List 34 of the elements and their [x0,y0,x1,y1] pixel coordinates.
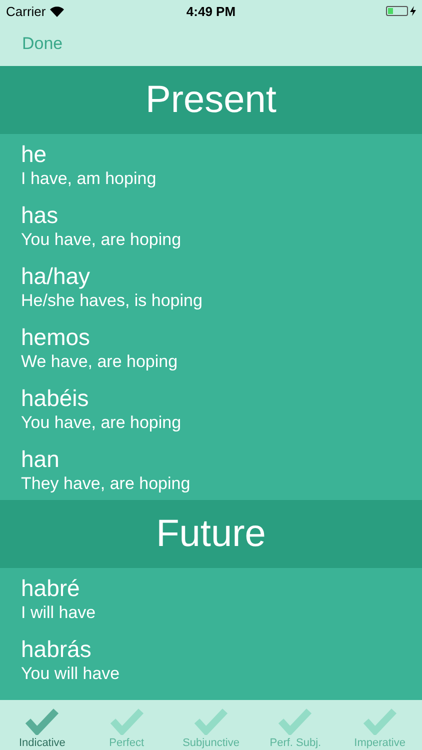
verb-form: he [21,140,48,168]
verb-translation: They have, are hoping [21,472,192,494]
checkmark-icon [25,707,60,735]
tab[interactable]: Perfect [84,700,169,750]
section-header: Future [0,500,422,568]
verb-form: has [21,202,60,228]
charging-icon [410,6,416,16]
verb-form: hemos [21,324,92,350]
checkmark-icon [110,707,144,735]
tab[interactable]: Indicative [0,700,84,750]
tab[interactable]: Imperative [338,700,422,750]
clock-time: 4:49 PM [186,4,236,18]
section-header: Present [0,66,422,134]
verb-translation: We have, are hoping [21,350,179,372]
battery-icon [386,6,408,16]
done-button[interactable]: Done [22,34,63,54]
checkmark-icon [194,707,228,735]
wifi-icon [50,6,64,16]
verb-translation: He/she haves, is hoping [21,290,204,310]
verb-form: ha/hay [21,262,92,290]
tab[interactable]: Perf. Subj. [253,700,338,750]
verb-form: habéis [21,384,90,412]
verb-form: habré [21,574,81,602]
verb-translation: I have, am hoping [21,168,158,188]
checkmark-icon [362,707,397,735]
verb-translation: You will have [21,662,121,684]
verb-translation: I will have [21,602,97,622]
verb-translation: You have, are hoping [21,412,182,432]
verb-translation: You have, are hoping [21,228,182,250]
verb-form: habrás [21,636,92,662]
verb-form: han [21,446,60,472]
tab[interactable]: Subjunctive [168,700,254,750]
carrier-label: Carrier [6,4,46,18]
checkmark-icon [278,707,312,735]
